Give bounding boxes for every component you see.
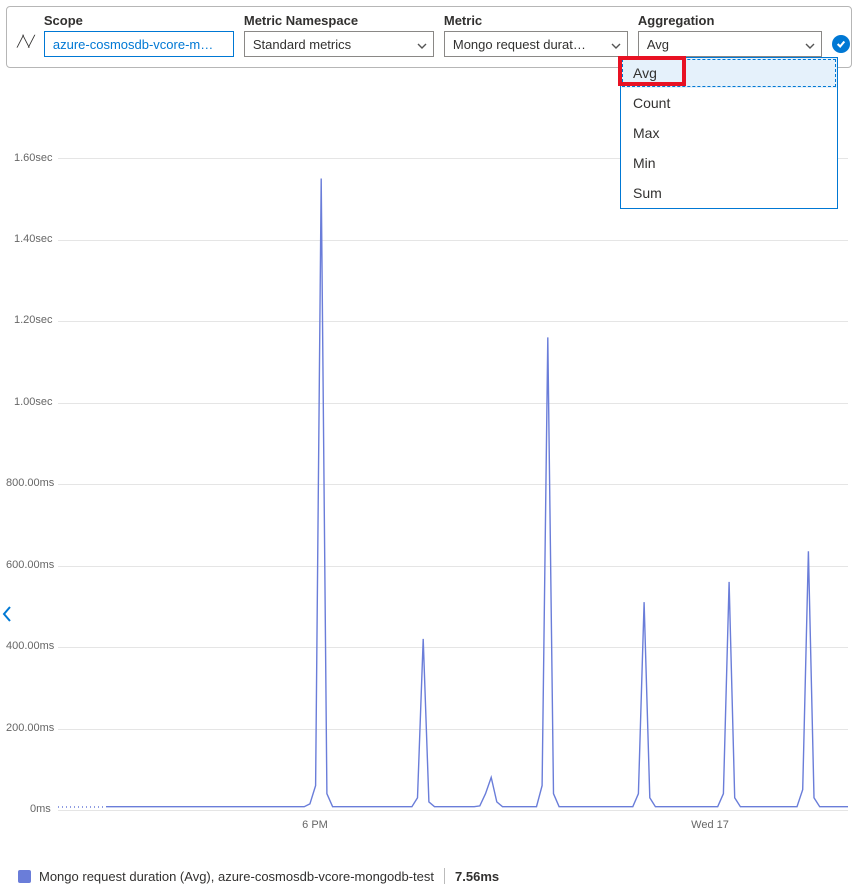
aggregation-dropdown[interactable]: Avg [638,31,822,57]
namespace-dropdown[interactable]: Standard metrics [244,31,434,57]
metric-dropdown[interactable]: Mongo request durat… [444,31,628,57]
scope-picker[interactable]: azure-cosmosdb-vcore-m… [44,31,234,57]
x-tick-label: Wed 17 [691,819,729,831]
metrics-chart: 1.60sec 1.40sec 1.20sec 1.00sec 800.00ms… [0,150,862,830]
namespace-label: Metric Namespace [244,13,434,28]
apply-check-icon[interactable] [832,35,850,53]
line-chart-icon: ╱╲╱ [17,35,34,48]
series-line [106,179,848,807]
y-tick-label: 400.00ms [6,640,54,652]
namespace-field: Metric Namespace Standard metrics [244,13,434,57]
aggregation-label: Aggregation [638,13,822,28]
agg-option-sum[interactable]: Sum [621,178,837,208]
aggregation-field: Aggregation Avg [638,13,822,57]
x-tick-label: 6 PM [302,819,328,831]
legend-label: Mongo request duration (Avg), azure-cosm… [39,869,434,884]
chevron-down-icon [611,39,621,49]
metric-value: Mongo request durat… [453,37,586,52]
namespace-value: Standard metrics [253,37,351,52]
y-tick-label: 1.60sec [14,152,53,164]
chevron-down-icon [805,39,815,49]
y-tick-label: 600.00ms [6,559,54,571]
agg-option-avg[interactable]: Avg [621,58,837,88]
metric-field: Metric Mongo request durat… [444,13,628,57]
scroll-left-button[interactable] [0,605,14,623]
scope-value: azure-cosmosdb-vcore-m… [53,37,213,52]
legend-separator [444,868,445,884]
chevron-down-icon [417,39,427,49]
agg-option-max[interactable]: Max [621,118,837,148]
aggregation-value: Avg [647,37,669,52]
grid-line [58,810,848,811]
legend-swatch [18,870,31,883]
aggregation-options-list: Avg Count Max Min Sum [620,57,838,209]
agg-option-count[interactable]: Count [621,88,837,118]
y-tick-label: 1.40sec [14,233,53,245]
y-tick-label: 0ms [30,803,51,815]
legend-value: 7.56ms [455,869,499,884]
y-tick-label: 1.20sec [14,314,53,326]
scope-label: Scope [44,13,234,28]
agg-option-min[interactable]: Min [621,148,837,178]
y-tick-label: 200.00ms [6,722,54,734]
chart-legend: Mongo request duration (Avg), azure-cosm… [18,868,499,884]
y-tick-label: 800.00ms [6,477,54,489]
scope-field: Scope azure-cosmosdb-vcore-m… [44,13,234,57]
y-tick-label: 1.00sec [14,396,53,408]
metric-label: Metric [444,13,628,28]
plot-area[interactable] [58,150,848,810]
